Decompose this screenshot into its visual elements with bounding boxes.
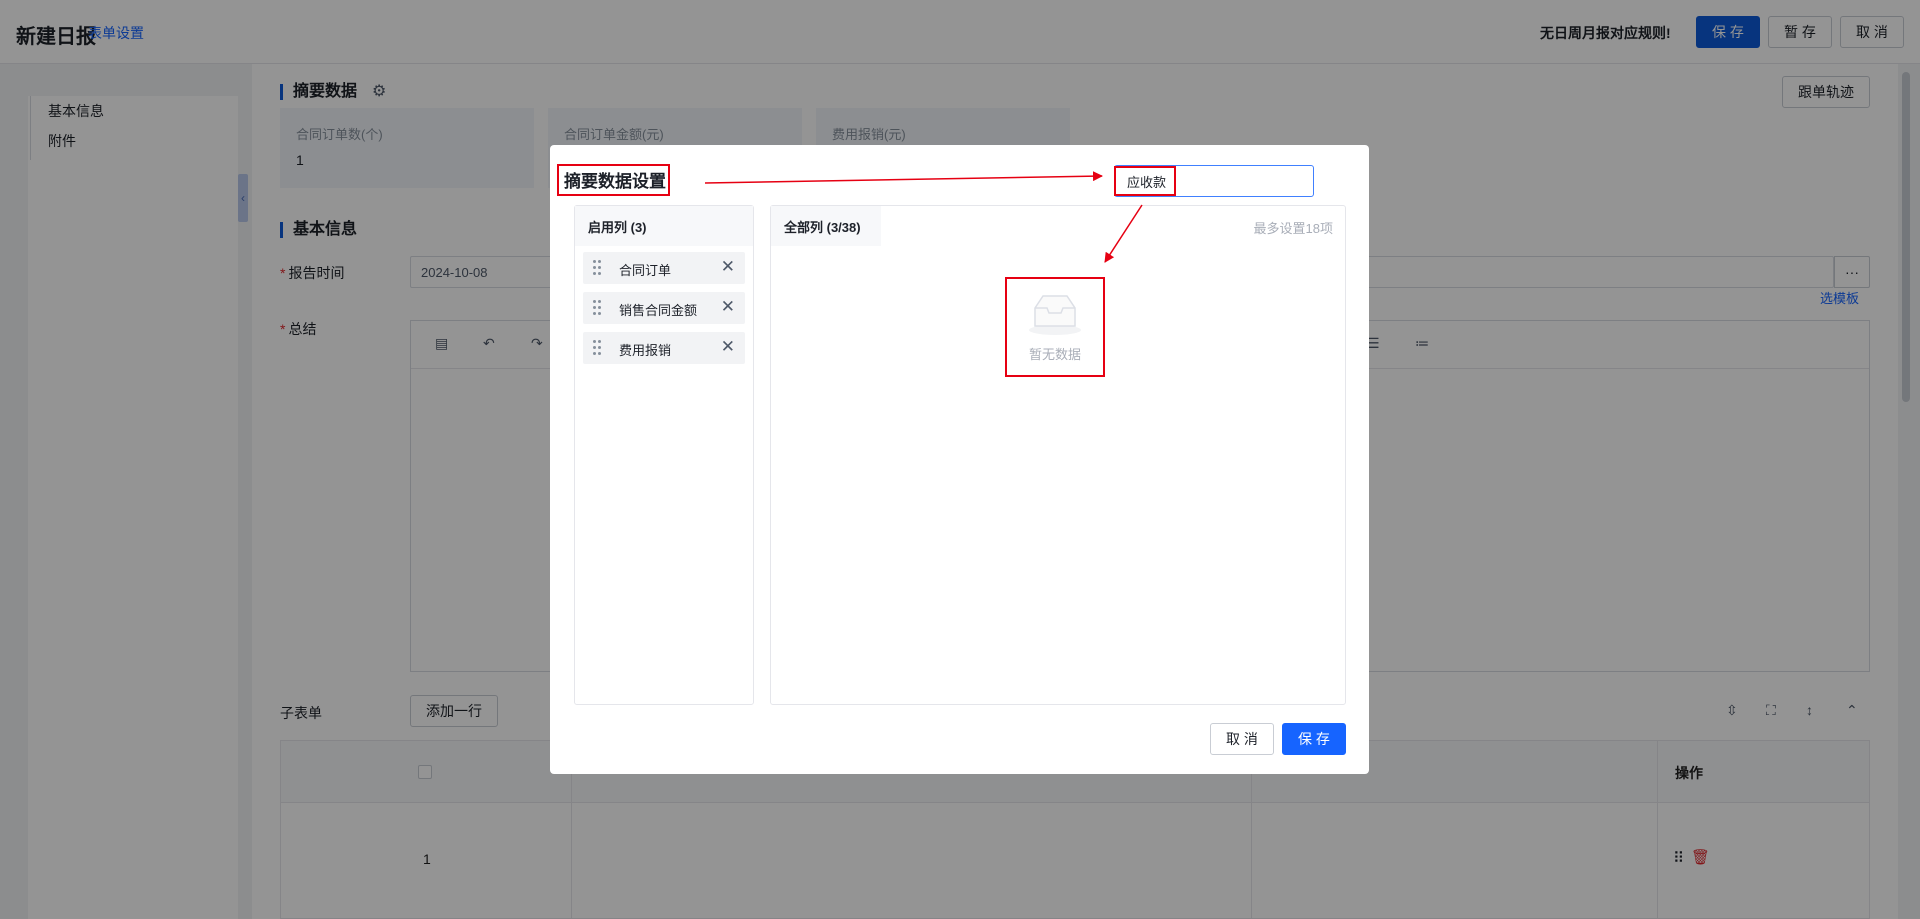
column-label: 销售合同金额 (619, 303, 698, 318)
enabled-columns-header: 启用列 (3) (575, 206, 753, 246)
dialog-cancel-button[interactable]: 取 消 (1210, 723, 1274, 755)
annotation-box (557, 164, 670, 196)
column-label: 费用报销 (619, 343, 672, 358)
close-icon[interactable]: ✕ (721, 337, 735, 357)
limit-hint: 最多设置18项 (1253, 221, 1333, 236)
close-icon[interactable]: ✕ (721, 297, 735, 317)
all-columns-header: 全部列 (3/38) (771, 206, 881, 246)
enabled-column-item[interactable]: 合同订单 ✕ (583, 252, 745, 284)
dialog-save-button[interactable]: 保 存 (1282, 723, 1346, 755)
annotation-box (1114, 166, 1176, 196)
drag-handle-icon[interactable] (593, 260, 603, 276)
summary-settings-dialog: 摘要数据设置 应收款 启用列 (3) 合同订单 ✕ 销售合同金额 ✕ 费用报销 … (550, 145, 1369, 774)
enabled-column-item[interactable]: 费用报销 ✕ (583, 332, 745, 364)
column-label: 合同订单 (619, 263, 672, 278)
enabled-columns-panel: 启用列 (3) 合同订单 ✕ 销售合同金额 ✕ 费用报销 ✕ (574, 205, 754, 705)
annotation-box (1005, 277, 1105, 377)
drag-handle-icon[interactable] (593, 300, 603, 316)
enabled-column-item[interactable]: 销售合同金额 ✕ (583, 292, 745, 324)
drag-handle-icon[interactable] (593, 340, 603, 356)
close-icon[interactable]: ✕ (721, 257, 735, 277)
